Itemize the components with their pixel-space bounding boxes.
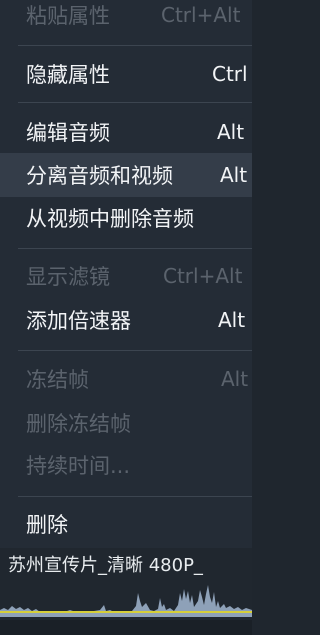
menu-item-shortcut: Ctrl <box>212 62 248 86</box>
menu-item-paste-attributes: 粘贴属性 Ctrl+Alt <box>0 0 252 37</box>
menu-item-shortcut: Ctrl+Alt <box>163 264 243 288</box>
menu-item-label: 删除 <box>26 513 68 537</box>
menu-item-shortcut: Alt <box>220 163 248 187</box>
menu-item-freeze-frame: 冻结帧 Alt <box>0 357 252 401</box>
menu-separator <box>18 45 252 46</box>
menu-item-label: 从视频中删除音频 <box>26 207 194 231</box>
menu-item-label: 粘贴属性 <box>26 4 110 28</box>
menu-item-duration: 持续时间... <box>0 443 252 487</box>
menu-separator <box>18 102 252 103</box>
menu-item-label: 删除冻结帧 <box>26 412 131 436</box>
menu-item-delete[interactable]: 删除 <box>0 502 252 546</box>
menu-separator <box>18 248 252 249</box>
menu-item-shortcut: Alt <box>217 120 245 144</box>
menu-item-label: 显示滤镜 <box>26 265 110 289</box>
timeline-track-gap <box>0 620 252 635</box>
menu-item-add-speed[interactable]: 添加倍速器 Alt <box>0 298 252 342</box>
timeline-audio-clip[interactable]: 苏州宣传片_清晰 480P_ <box>0 548 252 635</box>
menu-item-separate-audio-video[interactable]: 分离音频和视频 Alt <box>0 153 252 197</box>
clip-title: 苏州宣传片_清晰 480P_ <box>8 555 203 576</box>
menu-item-shortcut: Alt <box>218 308 246 332</box>
menu-item-hide-attributes[interactable]: 隐藏属性 Ctrl <box>0 52 252 96</box>
menu-item-label: 隐藏属性 <box>26 63 110 87</box>
menu-item-delete-freeze-frame: 删除冻结帧 <box>0 401 252 445</box>
audio-waveform <box>0 585 252 617</box>
menu-item-edit-audio[interactable]: 编辑音频 Alt <box>0 110 252 154</box>
context-menu: 粘贴属性 Ctrl+Alt 隐藏属性 Ctrl 编辑音频 Alt 分离音频和视频… <box>0 0 252 548</box>
menu-item-remove-audio[interactable]: 从视频中删除音频 <box>0 196 252 240</box>
menu-separator <box>18 350 252 351</box>
menu-item-label: 分离音频和视频 <box>26 164 173 188</box>
menu-item-label: 持续时间... <box>26 454 131 478</box>
menu-item-label: 冻结帧 <box>26 368 89 392</box>
menu-item-shortcut: Alt <box>221 367 249 391</box>
menu-separator <box>18 496 252 497</box>
menu-item-show-filters: 显示滤镜 Ctrl+Alt <box>0 254 252 298</box>
menu-item-label: 编辑音频 <box>26 121 110 145</box>
clip-baseline <box>0 611 252 613</box>
menu-item-label: 添加倍速器 <box>26 309 131 333</box>
menu-item-shortcut: Ctrl+Alt <box>161 3 241 27</box>
